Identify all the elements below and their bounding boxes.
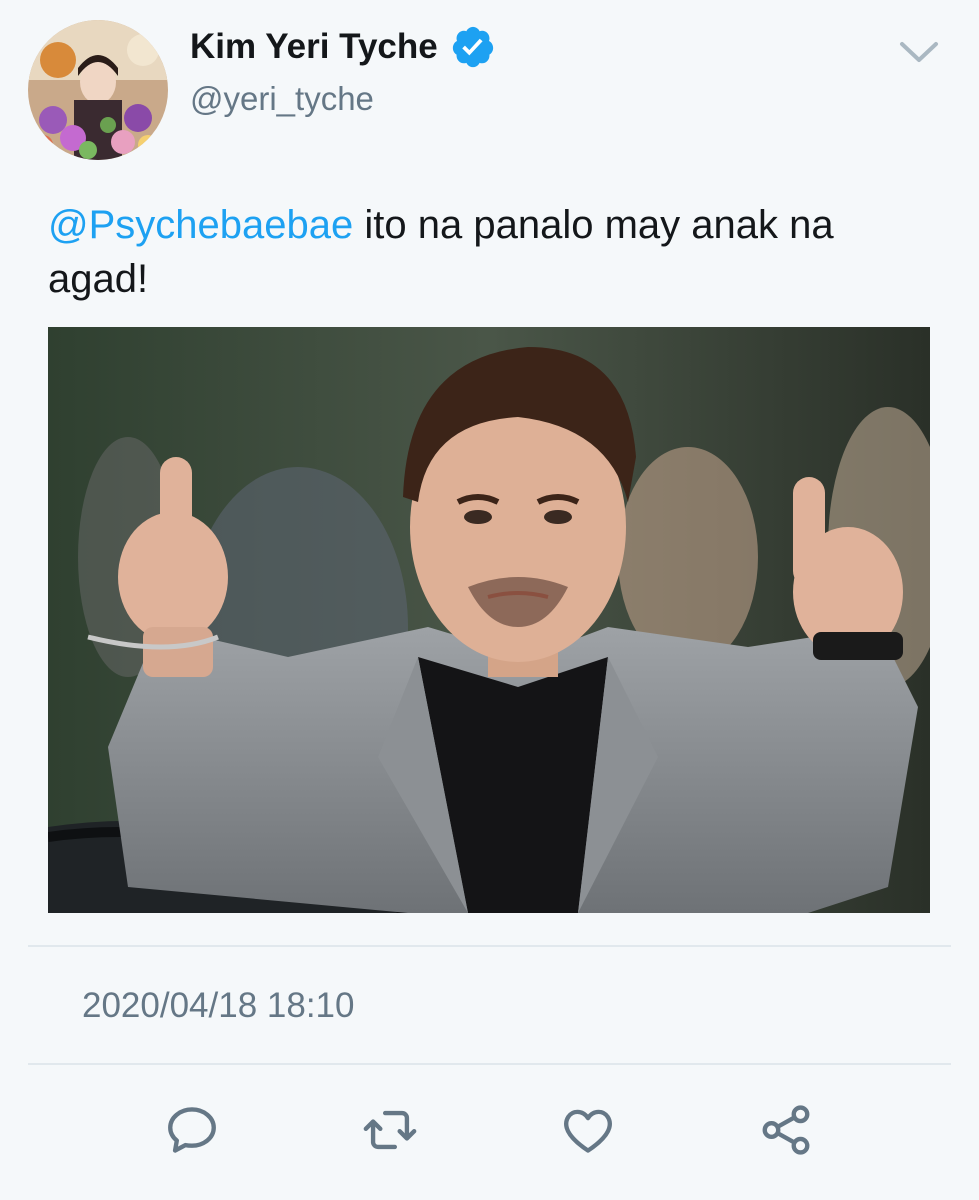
- reply-button[interactable]: [162, 1100, 222, 1160]
- display-name-text: Kim Yeri Tyche: [190, 27, 438, 66]
- mention-link[interactable]: @Psychebaebae: [48, 203, 353, 247]
- share-button[interactable]: [756, 1100, 816, 1160]
- tweet-text: @Psychebaebae ito na panalo may anak na …: [48, 198, 938, 306]
- heart-icon: [564, 1109, 612, 1153]
- retweet-icon: [363, 1110, 417, 1150]
- like-button[interactable]: [558, 1100, 618, 1160]
- share-icon: [762, 1105, 810, 1155]
- divider: [28, 1063, 951, 1065]
- user-handle[interactable]: @yeri_tyche: [190, 80, 374, 118]
- avatar[interactable]: [28, 20, 168, 160]
- reply-icon: [168, 1107, 216, 1153]
- divider: [28, 945, 951, 947]
- chevron-down-icon[interactable]: [898, 36, 940, 68]
- tweet-timestamp[interactable]: 2020/04/18 18:10: [82, 986, 354, 1026]
- display-name[interactable]: Kim Yeri Tyche: [190, 24, 496, 70]
- tweet-card: Kim Yeri Tyche @yeri_tyche @Psychebaebae…: [0, 0, 979, 1200]
- tweet-photo[interactable]: [48, 327, 930, 913]
- verified-badge-icon: [450, 24, 496, 70]
- avatar-photo: [28, 20, 168, 160]
- retweet-button[interactable]: [360, 1100, 420, 1160]
- meme-photo: [48, 327, 930, 913]
